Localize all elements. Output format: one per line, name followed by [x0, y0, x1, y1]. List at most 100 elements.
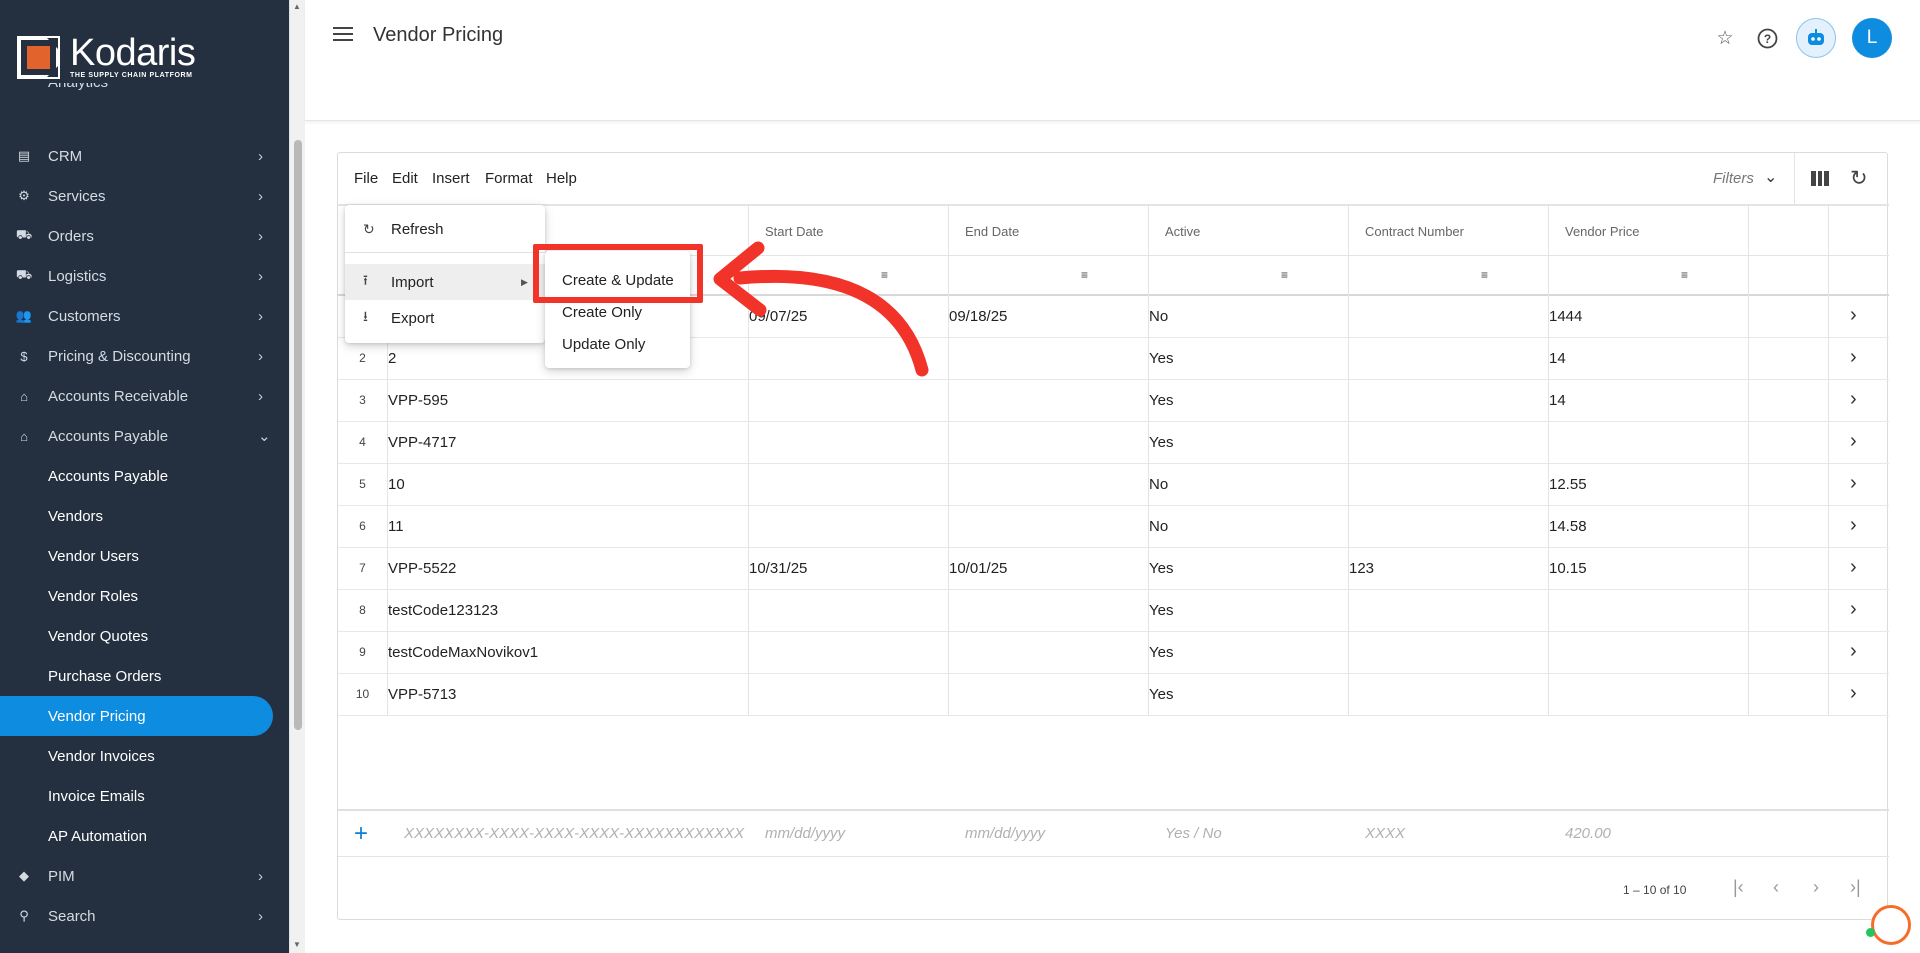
cell-code[interactable]: 2 [388, 350, 396, 367]
sidebar-item-pricing-discounting[interactable]: $ Pricing & Discounting › [0, 336, 289, 376]
cell-contract[interactable]: 123 [1349, 560, 1374, 577]
file-menu-import[interactable]: ⭱ Import ▶ [345, 264, 545, 300]
cell-price[interactable]: 14.58 [1549, 518, 1587, 535]
menu-format[interactable]: Format [485, 170, 533, 187]
sidebar-item-orders[interactable]: ⛟ Orders › [0, 216, 289, 256]
cell-active[interactable]: Yes [1149, 686, 1173, 703]
sidebar-item-services[interactable]: ⚙ Services › [0, 176, 289, 216]
chevron-down-icon[interactable]: ⌄ [1764, 167, 1777, 187]
cell-active[interactable]: No [1149, 476, 1168, 493]
cell-active[interactable]: Yes [1149, 602, 1173, 619]
column-filter-icon[interactable]: ≡ [1681, 268, 1688, 282]
cell-price[interactable]: 12.55 [1549, 476, 1587, 493]
previous-page-icon[interactable]: ‹ [1773, 877, 1779, 898]
column-header-active[interactable]: Active [1149, 207, 1200, 257]
cell-price[interactable]: 1444 [1549, 308, 1582, 325]
cell-end[interactable]: 10/01/25 [949, 560, 1007, 577]
scrollbar-thumb[interactable] [294, 140, 302, 730]
row-details-chevron-icon[interactable]: › [1850, 682, 1857, 705]
import-update-only[interactable]: Update Only [562, 336, 645, 353]
kodaris-logo[interactable]: Kodaris THE SUPPLY CHAIN PLATFORM [17, 34, 196, 79]
menu-file[interactable]: File [354, 170, 378, 187]
table-row[interactable]: 7 VPP-5522 10/31/25 10/01/25 Yes 123 10.15 › [338, 548, 1889, 590]
new-contract-field[interactable]: XXXX [1365, 825, 1405, 842]
chat-widget-button[interactable] [1871, 905, 1911, 945]
sidebar-scrollbar[interactable]: ▲ ▼ [289, 0, 305, 953]
row-details-chevron-icon[interactable]: › [1850, 346, 1857, 369]
columns-icon[interactable] [1811, 171, 1830, 186]
sidebar-subitem-ap-automation[interactable]: AP Automation [0, 816, 289, 856]
row-details-chevron-icon[interactable]: › [1850, 388, 1857, 411]
cell-price[interactable]: 14 [1549, 392, 1566, 409]
row-details-chevron-icon[interactable]: › [1850, 640, 1857, 663]
sidebar-subitem-vendor-roles[interactable]: Vendor Roles [0, 576, 289, 616]
row-details-chevron-icon[interactable]: › [1850, 472, 1857, 495]
sidebar-subitem-accounts-payable[interactable]: Accounts Payable [0, 456, 289, 496]
cell-active[interactable]: Yes [1149, 560, 1173, 577]
new-active-field[interactable]: Yes / No [1165, 825, 1222, 842]
sidebar-item-customers[interactable]: 👥 Customers › [0, 296, 289, 336]
sidebar-subitem-vendors[interactable]: Vendors [0, 496, 289, 536]
add-row-icon[interactable]: + [354, 820, 368, 848]
sidebar-item-logistics[interactable]: ⛟ Logistics › [0, 256, 289, 296]
cell-active[interactable]: No [1149, 518, 1168, 535]
row-details-chevron-icon[interactable]: › [1850, 598, 1857, 621]
star-icon[interactable]: ☆ [1712, 25, 1738, 51]
sidebar-item-pim[interactable]: ◆ PIM › [0, 856, 289, 896]
menu-insert[interactable]: Insert [432, 170, 470, 187]
sidebar-subitem-vendor-invoices[interactable]: Vendor Invoices [0, 736, 289, 776]
sidebar-subitem-vendor-quotes[interactable]: Vendor Quotes [0, 616, 289, 656]
cell-code[interactable]: VPP-5713 [388, 686, 456, 703]
scroll-up-icon[interactable]: ▲ [293, 2, 301, 11]
scroll-down-icon[interactable]: ▼ [293, 940, 301, 949]
table-row[interactable]: 4 VPP-4717 Yes › [338, 422, 1889, 464]
last-page-icon[interactable]: ›| [1850, 877, 1861, 898]
filters-dropdown[interactable]: Filters [1713, 170, 1754, 187]
file-menu-refresh[interactable]: ↻ Refresh [345, 211, 545, 247]
menu-help[interactable]: Help [546, 170, 577, 187]
column-filter-icon[interactable]: ≡ [1081, 268, 1088, 282]
refresh-icon[interactable]: ↻ [1850, 166, 1868, 191]
sidebar-item-crm[interactable]: ▤ CRM › [0, 136, 289, 176]
sidebar-item-search[interactable]: ⚲ Search › [0, 896, 289, 936]
sidebar-item-accounts-payable[interactable]: ⌂ Accounts Payable ⌄ [0, 416, 289, 456]
row-details-chevron-icon[interactable]: › [1850, 430, 1857, 453]
table-row[interactable]: 9 testCodeMaxNovikov1 Yes › [338, 632, 1889, 674]
table-row[interactable]: 6 11 No 14.58 › [338, 506, 1889, 548]
cell-code[interactable]: testCodeMaxNovikov1 [388, 644, 538, 661]
cell-code[interactable]: 10 [388, 476, 405, 493]
cell-active[interactable]: Yes [1149, 434, 1173, 451]
new-end-date-field[interactable]: mm/dd/yyyy [965, 825, 1045, 842]
cell-active[interactable]: No [1149, 308, 1168, 325]
sidebar-item-accounts-receivable[interactable]: ⌂ Accounts Receivable › [0, 376, 289, 416]
file-menu-export[interactable]: ⭳ Export [345, 300, 545, 336]
cell-code[interactable]: VPP-5522 [388, 560, 456, 577]
cell-start[interactable]: 10/31/25 [749, 560, 807, 577]
cell-code[interactable]: testCode123123 [388, 602, 498, 619]
cell-active[interactable]: Yes [1149, 350, 1173, 367]
user-avatar[interactable]: L [1852, 18, 1892, 58]
new-start-date-field[interactable]: mm/dd/yyyy [765, 825, 845, 842]
cell-active[interactable]: Yes [1149, 392, 1173, 409]
cell-code[interactable]: 11 [388, 518, 404, 535]
menu-edit[interactable]: Edit [392, 170, 418, 187]
column-header-contract-number[interactable]: Contract Number [1349, 207, 1464, 257]
menu-icon[interactable] [333, 27, 353, 43]
table-row[interactable]: 10 VPP-5713 Yes › [338, 674, 1889, 716]
cell-active[interactable]: Yes [1149, 644, 1173, 661]
table-row[interactable]: 3 VPP-595 Yes 14 › [338, 380, 1889, 422]
sidebar-subitem-invoice-emails[interactable]: Invoice Emails [0, 776, 289, 816]
cell-code[interactable]: VPP-595 [388, 392, 448, 409]
row-details-chevron-icon[interactable]: › [1850, 556, 1857, 579]
help-icon[interactable]: ? [1754, 25, 1780, 51]
cell-price[interactable]: 10.15 [1549, 560, 1587, 577]
new-price-field[interactable]: 420.00 [1565, 825, 1611, 842]
column-header-end-date[interactable]: End Date [949, 207, 1019, 257]
table-row[interactable]: 5 10 No 12.55 › [338, 464, 1889, 506]
column-filter-icon[interactable]: ≡ [1281, 268, 1288, 282]
first-page-icon[interactable]: |‹ [1733, 877, 1744, 898]
cell-code[interactable]: VPP-4717 [388, 434, 456, 451]
next-page-icon[interactable]: › [1813, 877, 1819, 898]
cell-price[interactable]: 14 [1549, 350, 1566, 367]
sidebar-item-analytics[interactable]: Analytics [0, 83, 289, 103]
